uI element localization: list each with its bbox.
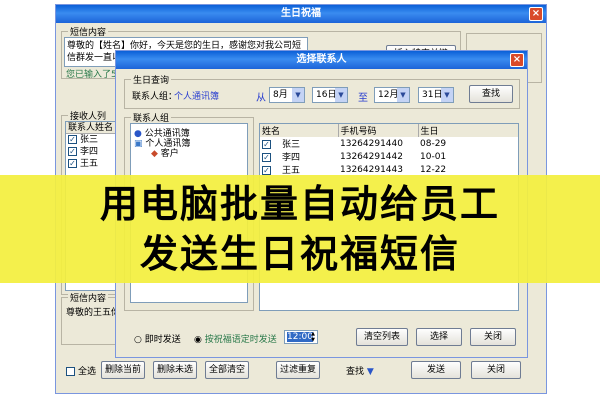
users-icon: ◆ [151,149,158,159]
find-arrow-icon: ▼ [366,367,374,377]
sms-char-count: 您已输入了5 [66,70,117,80]
folder-icon: ▣ [134,139,143,149]
checkbox-checked-icon[interactable]: ✓ [68,159,77,168]
month-from-select[interactable]: 8月 ▼ [269,87,305,103]
sms-content-label-2: 短信内容 [68,291,109,304]
filter-duplicates-button[interactable]: 过滤重复 [276,361,320,379]
radio-selected-icon[interactable]: ◉ [194,335,202,345]
banner-line-2: 发送生日祝福短信 [139,232,460,276]
dropdown-arrow-icon: ▼ [335,88,347,102]
checkbox-checked-icon[interactable]: ✓ [262,153,271,162]
to-label: 至 [358,93,368,104]
dialog-title: 选择联系人 [116,51,527,69]
table-row[interactable]: ✓ 李四 13264291442 10-01 [260,150,518,163]
sms-preview-text: 尊敬的王五你 [66,308,121,318]
dialog-close-icon[interactable]: × [510,53,524,67]
from-label: 从 [256,93,266,104]
group-value[interactable]: 个人通讯簿 [174,89,219,102]
birthday-window-title: 生日祝福 [56,5,546,23]
day-to-select[interactable]: 31日 ▼ [418,87,454,103]
dropdown-arrow-icon: ▼ [397,88,409,102]
col-phone[interactable]: 手机号码 [338,124,419,137]
send-button[interactable]: 发送 [411,361,461,379]
close-icon[interactable]: × [529,7,543,21]
banner-line-1: 用电脑批量自动给员工 [99,182,500,226]
checkbox-checked-icon[interactable]: ✓ [68,147,77,156]
main-close-button[interactable]: 关闭 [471,361,521,379]
day-from-select[interactable]: 16日 ▼ [312,87,348,103]
delete-current-button[interactable]: 删除当前 [101,361,145,379]
dropdown-arrow-icon: ▼ [441,88,453,102]
radio-scheduled[interactable]: ◉ 按祝福语定时发送 [194,332,277,345]
receiver-item[interactable]: ✓ 李四 [66,146,116,158]
select-button[interactable]: 选择 [416,328,462,346]
promo-banner: 用电脑批量自动给员工 发送生日祝福短信 [0,175,600,283]
checkbox-checked-icon[interactable]: ✓ [68,135,77,144]
receiver-list-header: 联系人姓名 [66,122,116,134]
group-label: 联系人组： [132,92,178,102]
dropdown-arrow-icon: ▼ [292,88,304,102]
delete-unselected-button[interactable]: 删除未选 [153,361,197,379]
radio-instant[interactable]: ○ 即时发送 [134,332,181,345]
checkbox-icon[interactable] [66,367,75,376]
find-link[interactable]: 查找 ▼ [346,364,374,377]
receiver-item[interactable]: ✓ 张三 [66,134,116,146]
select-all[interactable]: 全选 [66,364,96,377]
col-birthday[interactable]: 生日 [418,124,518,137]
receiver-item[interactable]: ✓ 王五 [66,158,116,170]
tree-item-customer[interactable]: ◆ 客户 [151,146,179,159]
col-name[interactable]: 姓名 [260,124,339,137]
clear-list-button[interactable]: 清空列表 [356,328,408,346]
month-to-select[interactable]: 12月 ▼ [374,87,410,103]
search-button[interactable]: 查找 [469,85,513,103]
table-header: 姓名 手机号码 生日 [260,124,518,137]
radio-icon[interactable]: ○ [134,335,142,345]
spin-arrows-icon[interactable]: ▲ ▼ [309,331,317,343]
checkbox-checked-icon[interactable]: ✓ [262,140,271,149]
table-row[interactable]: ✓ 张三 13264291440 08-29 [260,137,518,150]
checkbox-checked-icon[interactable]: ✓ [262,166,271,175]
birthday-query-label: 生日查询 [131,73,172,86]
dialog-close-button[interactable]: 关闭 [470,328,516,346]
clear-all-button[interactable]: 全部清空 [205,361,249,379]
time-spinner[interactable]: 12:00 ▲ ▼ [284,330,318,344]
